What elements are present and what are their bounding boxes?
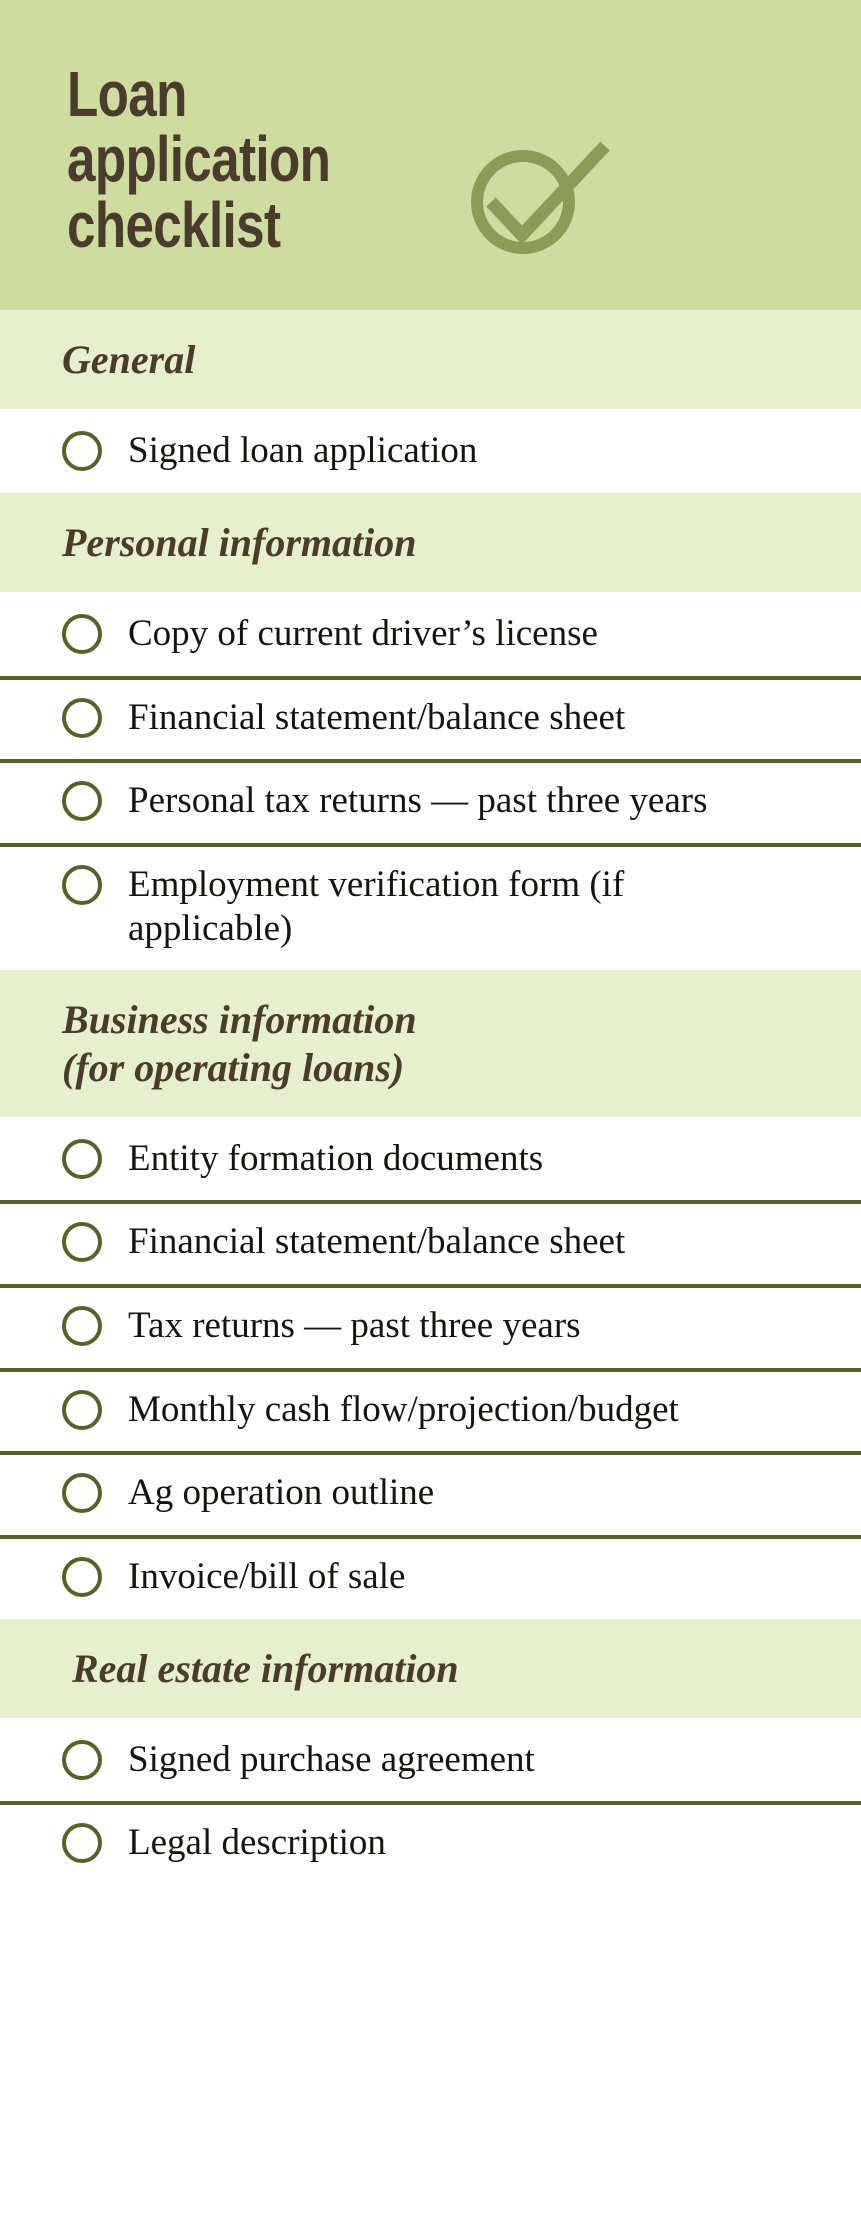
empty-circle-checkbox-icon[interactable] <box>62 1739 102 1780</box>
checklist-item[interactable]: Entity formation documents <box>0 1116 861 1201</box>
section-items: Entity formation documents Financial sta… <box>0 1116 861 1619</box>
checklist-section-real-estate-information: Real estate information Signed purchase … <box>0 1618 861 1886</box>
empty-circle-checkbox-icon[interactable] <box>62 1823 102 1864</box>
empty-circle-checkbox-icon[interactable] <box>62 781 102 822</box>
checklist-item[interactable]: Monthly cash flow/projection/budget <box>0 1367 861 1452</box>
section-header-band: Real estate information <box>0 1618 861 1718</box>
empty-circle-checkbox-icon[interactable] <box>62 1306 102 1346</box>
empty-circle-checkbox-icon[interactable] <box>62 697 102 738</box>
section-header-band: Personal information <box>0 492 861 593</box>
section-header-band: General <box>0 310 861 410</box>
checklist-item[interactable]: Signed loan application <box>0 409 861 493</box>
checklist-item-label: Signed loan application <box>128 430 478 472</box>
section-title: General <box>62 337 196 382</box>
page-title: Loan application checklist <box>67 58 331 261</box>
checklist-item-label: Financial statement/balance sheet <box>128 696 626 738</box>
checklist-item-label: Ag operation outline <box>128 1472 435 1514</box>
checklist-item[interactable]: Signed purchase agreement <box>0 1717 861 1802</box>
circle-check-icon <box>471 141 610 254</box>
empty-circle-checkbox-icon[interactable] <box>62 1389 102 1430</box>
empty-circle-checkbox-icon[interactable] <box>62 1473 102 1514</box>
checklist-item[interactable]: Ag operation outline <box>0 1451 861 1535</box>
checklist-item[interactable]: Copy of current driver’s license <box>0 592 861 676</box>
checklist-item[interactable]: Financial statement/balance sheet <box>0 675 861 760</box>
checklist-item-label: Signed purchase agreement <box>128 1738 535 1780</box>
empty-circle-checkbox-icon[interactable] <box>62 1556 102 1597</box>
checklist-item-label: Employment verification form (if applica… <box>128 864 625 949</box>
section-header-band: Business information (for operating loan… <box>0 970 861 1117</box>
checklist-item[interactable]: Employment verification form (if applica… <box>0 843 861 971</box>
empty-circle-checkbox-icon[interactable] <box>62 1222 102 1263</box>
checklist-section-general: General Signed loan application <box>0 310 861 493</box>
page-header: Loan application checklist <box>0 0 861 310</box>
section-items: Copy of current driver’s license Financi… <box>0 592 861 971</box>
checklist-item-label: Monthly cash flow/projection/budget <box>128 1388 679 1430</box>
section-title: Real estate information <box>72 1645 459 1691</box>
checklist-item[interactable]: Financial statement/balance sheet <box>0 1200 861 1284</box>
empty-circle-checkbox-icon[interactable] <box>62 865 102 905</box>
section-title: Business information (for operating loan… <box>62 997 417 1090</box>
section-items: Signed loan application <box>0 409 861 493</box>
checklist-item[interactable]: Tax returns — past three years <box>0 1284 861 1368</box>
section-items: Signed purchase agreement Legal descript… <box>0 1717 861 1886</box>
empty-circle-checkbox-icon[interactable] <box>62 431 102 472</box>
empty-circle-checkbox-icon[interactable] <box>62 1138 102 1179</box>
checklist-item-label: Legal description <box>128 1822 386 1864</box>
checklist-item[interactable]: Legal description <box>0 1801 861 1886</box>
loan-application-checklist-page: Loan application checklist General Signe… <box>0 0 861 2222</box>
checklist-item[interactable]: Personal tax returns — past three years <box>0 759 861 843</box>
checklist-section-business-information: Business information (for operating loan… <box>0 970 861 1619</box>
checklist-item-label: Invoice/bill of sale <box>128 1555 406 1597</box>
checklist-section-personal-information: Personal information Copy of current dri… <box>0 492 861 971</box>
checklist-item[interactable]: Invoice/bill of sale <box>0 1534 861 1619</box>
checklist-item-label: Copy of current driver’s license <box>128 613 598 655</box>
checklist-item-label: Entity formation documents <box>128 1137 544 1179</box>
checklist-item-label: Financial statement/balance sheet <box>128 1221 626 1263</box>
empty-circle-checkbox-icon[interactable] <box>62 614 102 655</box>
checklist-item-label: Personal tax returns — past three years <box>128 780 708 822</box>
checklist-sections: General Signed loan application Personal… <box>0 310 861 1886</box>
section-title: Personal information <box>62 519 417 565</box>
checklist-item-label: Tax returns — past three years <box>128 1305 581 1346</box>
